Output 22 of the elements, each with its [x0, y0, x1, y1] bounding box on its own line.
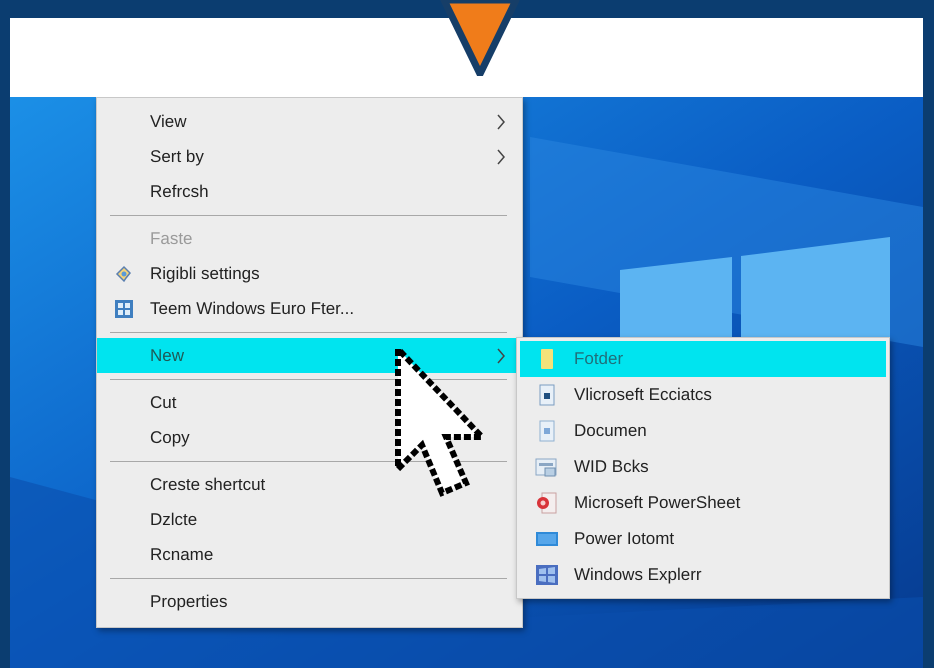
- document-icon: [538, 384, 556, 406]
- window-icon: [535, 456, 559, 478]
- submenu-item[interactable]: Windows Explerr: [520, 557, 886, 593]
- settings-icon: [114, 264, 132, 282]
- submenu-item[interactable]: Documen: [520, 413, 886, 449]
- menu-item[interactable]: Rigibli settings: [97, 256, 522, 291]
- screen-icon: [535, 530, 559, 548]
- menu-item[interactable]: Sert by: [97, 139, 522, 174]
- menu-item[interactable]: Refrcsh: [97, 174, 522, 209]
- submenu-item[interactable]: Microseft PowerSheet: [520, 485, 886, 521]
- submenu-item[interactable]: Fotder: [520, 341, 886, 377]
- explorer-icon: [535, 564, 559, 586]
- menu-item[interactable]: View: [97, 104, 522, 139]
- menu-item[interactable]: Teem Windows Euro Fter...: [97, 291, 522, 326]
- presentation-icon: [536, 492, 558, 514]
- menu-item[interactable]: Properties: [97, 584, 522, 619]
- submenu-item[interactable]: WID Bcks: [520, 449, 886, 485]
- submenu-item[interactable]: Power Iotomt: [520, 521, 886, 557]
- grid-icon: [114, 298, 134, 318]
- folder-icon: [539, 348, 555, 370]
- document-icon: [538, 420, 556, 442]
- submenu-item[interactable]: Vlicroseft Ecciatcs: [520, 377, 886, 413]
